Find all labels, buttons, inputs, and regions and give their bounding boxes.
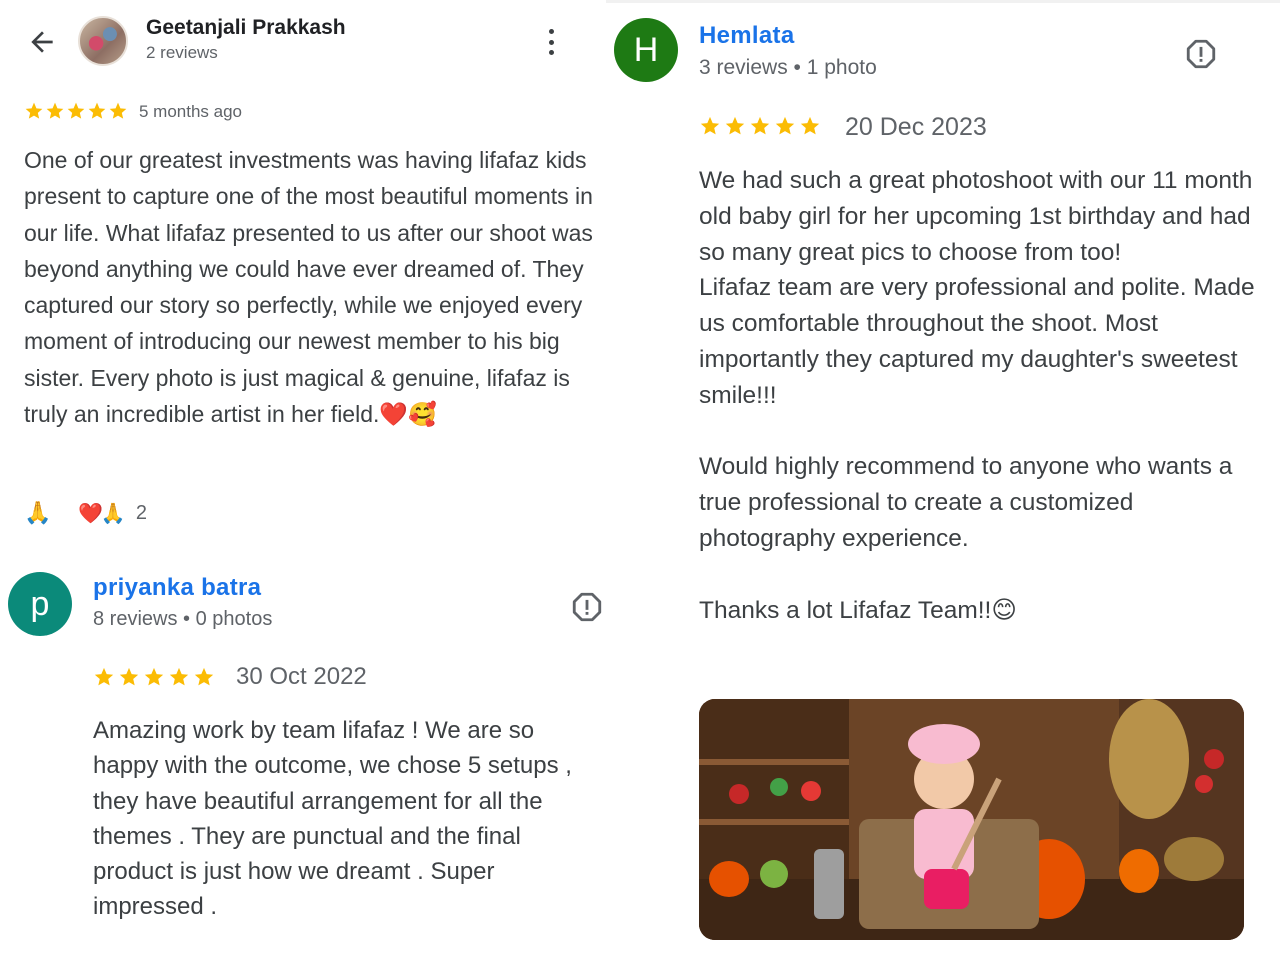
star-icon	[799, 115, 821, 137]
review-text: One of our greatest investments was havi…	[24, 147, 593, 428]
avatar[interactable]	[78, 16, 128, 66]
reviewer-name[interactable]: Geetanjali Prakkash	[146, 16, 346, 40]
back-arrow-icon[interactable]	[26, 26, 58, 58]
star-icon	[108, 101, 128, 121]
star-icon	[749, 115, 771, 137]
avatar[interactable]: p	[8, 572, 72, 636]
reviewer-meta: 3 reviews • 1 photo	[699, 56, 877, 79]
reviewer-meta: 2 reviews	[146, 43, 218, 62]
star-rating	[699, 115, 824, 137]
reviewer-name[interactable]: Hemlata	[699, 22, 794, 50]
star-icon	[774, 115, 796, 137]
reviewer-name[interactable]: priyanka batra	[93, 574, 261, 602]
review-panel-right: H Hemlata 3 reviews • 1 photo 20 Dec 202…	[606, 0, 1280, 964]
avatar[interactable]: H	[614, 18, 678, 82]
review-date: 20 Dec 2023	[845, 113, 987, 141]
review-date: 30 Oct 2022	[236, 663, 367, 690]
star-icon	[66, 101, 86, 121]
star-icon	[724, 115, 746, 137]
star-icon	[93, 666, 115, 688]
reaction-count: 2	[135, 501, 147, 524]
review-panel-left: Geetanjali Prakkash 2 reviews 5 months a…	[0, 0, 606, 964]
reviewer-meta: 8 reviews • 0 photos	[93, 608, 273, 630]
star-icon	[118, 666, 140, 688]
review-date: 5 months ago	[139, 102, 243, 121]
star-icon	[699, 115, 721, 137]
star-rating	[93, 666, 218, 688]
review-text: We had such a great photoshoot with our …	[699, 167, 1255, 624]
report-icon[interactable]	[570, 590, 604, 624]
review-text: Amazing work by team lifafaz ! We are so…	[93, 717, 572, 921]
report-icon[interactable]	[1184, 37, 1218, 71]
reaction-emojis[interactable]: ❤️🙏	[78, 501, 126, 526]
star-icon	[193, 666, 215, 688]
more-options-icon[interactable]	[540, 26, 562, 58]
star-icon	[87, 101, 107, 121]
star-icon	[143, 666, 165, 688]
reactions-bar: 🙏 ❤️🙏 2	[24, 500, 147, 526]
star-icon	[24, 101, 44, 121]
review-photo[interactable]	[699, 699, 1244, 940]
star-icon	[45, 101, 65, 121]
star-rating	[24, 101, 129, 121]
react-button[interactable]: 🙏	[24, 500, 58, 526]
star-icon	[168, 666, 190, 688]
